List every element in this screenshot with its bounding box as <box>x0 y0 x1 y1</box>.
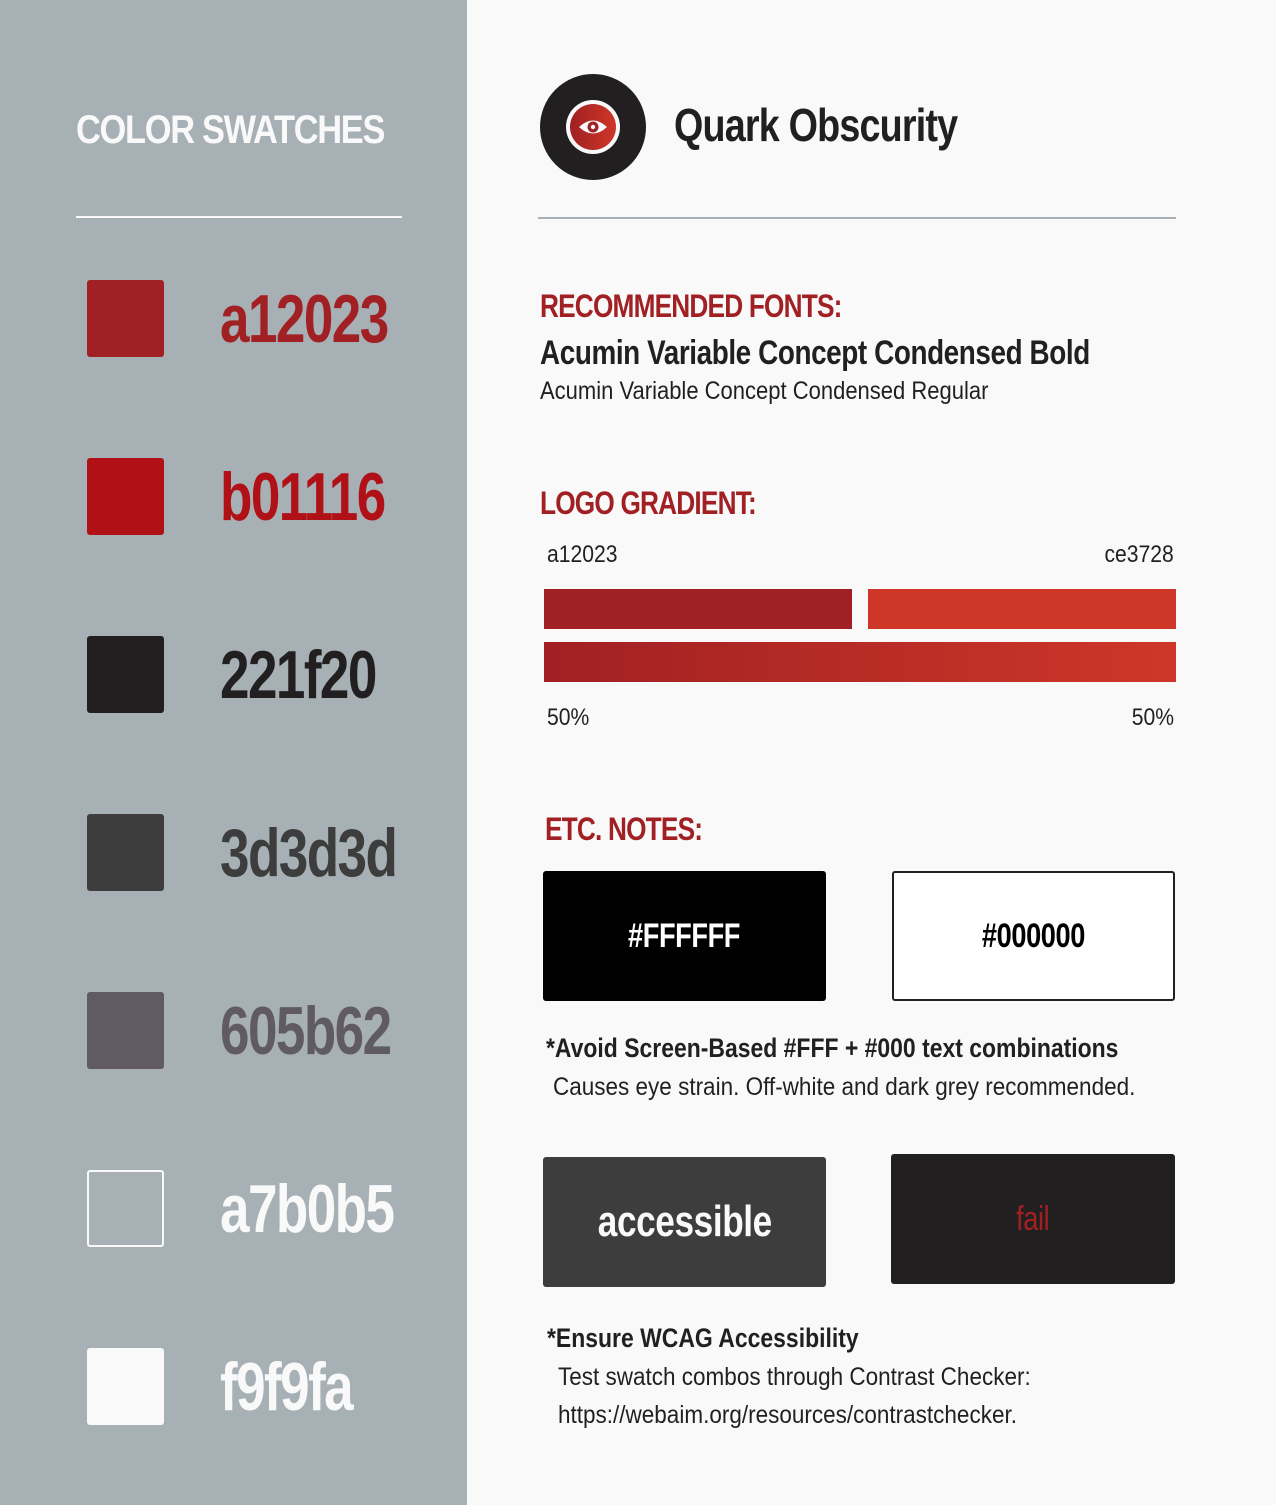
swatch-row: a12023 <box>87 280 427 358</box>
logo-ring <box>566 100 620 154</box>
fonts-heading: RECOMMENDED FONTS: <box>540 288 842 324</box>
swatches-title: COLOR SWATCHES <box>76 108 385 152</box>
swatch-code: a7b0b5 <box>220 1171 395 1247</box>
swatch-row: 605b62 <box>87 992 427 1070</box>
swatch-chip <box>87 992 164 1069</box>
swatch-row: 3d3d3d <box>87 814 427 892</box>
divider <box>76 216 402 218</box>
black-box-label: #FFFFFF <box>628 916 741 955</box>
swatch-code: b01116 <box>220 459 386 535</box>
font-secondary: Acumin Variable Concept Condensed Regula… <box>540 377 989 405</box>
note2-title: *Ensure WCAG Accessibility <box>547 1323 859 1353</box>
notes-heading: ETC. NOTES: <box>545 811 703 847</box>
fail-box: fail <box>891 1154 1175 1284</box>
swatch-chip <box>87 280 164 357</box>
swatch-row: 221f20 <box>87 636 427 714</box>
gradient-start-label: a12023 <box>547 541 618 568</box>
eye-icon <box>579 120 607 134</box>
swatch-code: 221f20 <box>220 637 377 713</box>
gradient-heading: LOGO GRADIENT: <box>540 485 757 521</box>
note2-line1: Test swatch combos through Contrast Chec… <box>558 1363 1031 1391</box>
swatch-row: a7b0b5 <box>87 1170 427 1248</box>
font-primary: Acumin Variable Concept Condensed Bold <box>540 334 1090 372</box>
accessible-label: accessible <box>597 1197 772 1246</box>
gradient-start-bar <box>544 589 852 629</box>
brand-name: Quark Obscurity <box>674 99 958 151</box>
gradient-end-label: ce3728 <box>1104 541 1174 568</box>
gradient-bar <box>544 642 1176 682</box>
swatch-chip <box>87 814 164 891</box>
fail-label: fail <box>1016 1199 1050 1238</box>
swatch-code: 605b62 <box>220 993 392 1069</box>
divider <box>538 217 1176 219</box>
swatch-chip <box>87 1170 164 1247</box>
gradient-end-pct: 50% <box>1131 704 1174 731</box>
white-box-label: #000000 <box>981 916 1086 955</box>
white-box: #000000 <box>892 871 1175 1001</box>
brand-logo <box>540 74 646 180</box>
color-swatches-panel: COLOR SWATCHES a12023 b01116 221f20 3d3d… <box>0 0 467 1505</box>
swatch-code: f9f9fa <box>220 1349 354 1425</box>
swatch-row: b01116 <box>87 458 427 536</box>
swatch-code: 3d3d3d <box>220 815 398 891</box>
gradient-end-bar <box>868 589 1176 629</box>
note1-title: *Avoid Screen-Based #FFF + #000 text com… <box>546 1033 1119 1063</box>
black-box: #FFFFFF <box>543 871 826 1001</box>
swatch-chip <box>87 636 164 713</box>
note2-line2: https://webaim.org/resources/contrastche… <box>558 1401 1017 1429</box>
swatch-chip <box>87 1348 164 1425</box>
swatch-row: f9f9fa <box>87 1348 427 1426</box>
swatch-code: a12023 <box>220 281 389 357</box>
accessible-box: accessible <box>543 1157 826 1287</box>
swatch-chip <box>87 458 164 535</box>
logo-gradient-disc <box>570 104 616 150</box>
note1-text: Causes eye strain. Off-white and dark gr… <box>553 1073 1136 1101</box>
gradient-start-pct: 50% <box>547 704 590 731</box>
